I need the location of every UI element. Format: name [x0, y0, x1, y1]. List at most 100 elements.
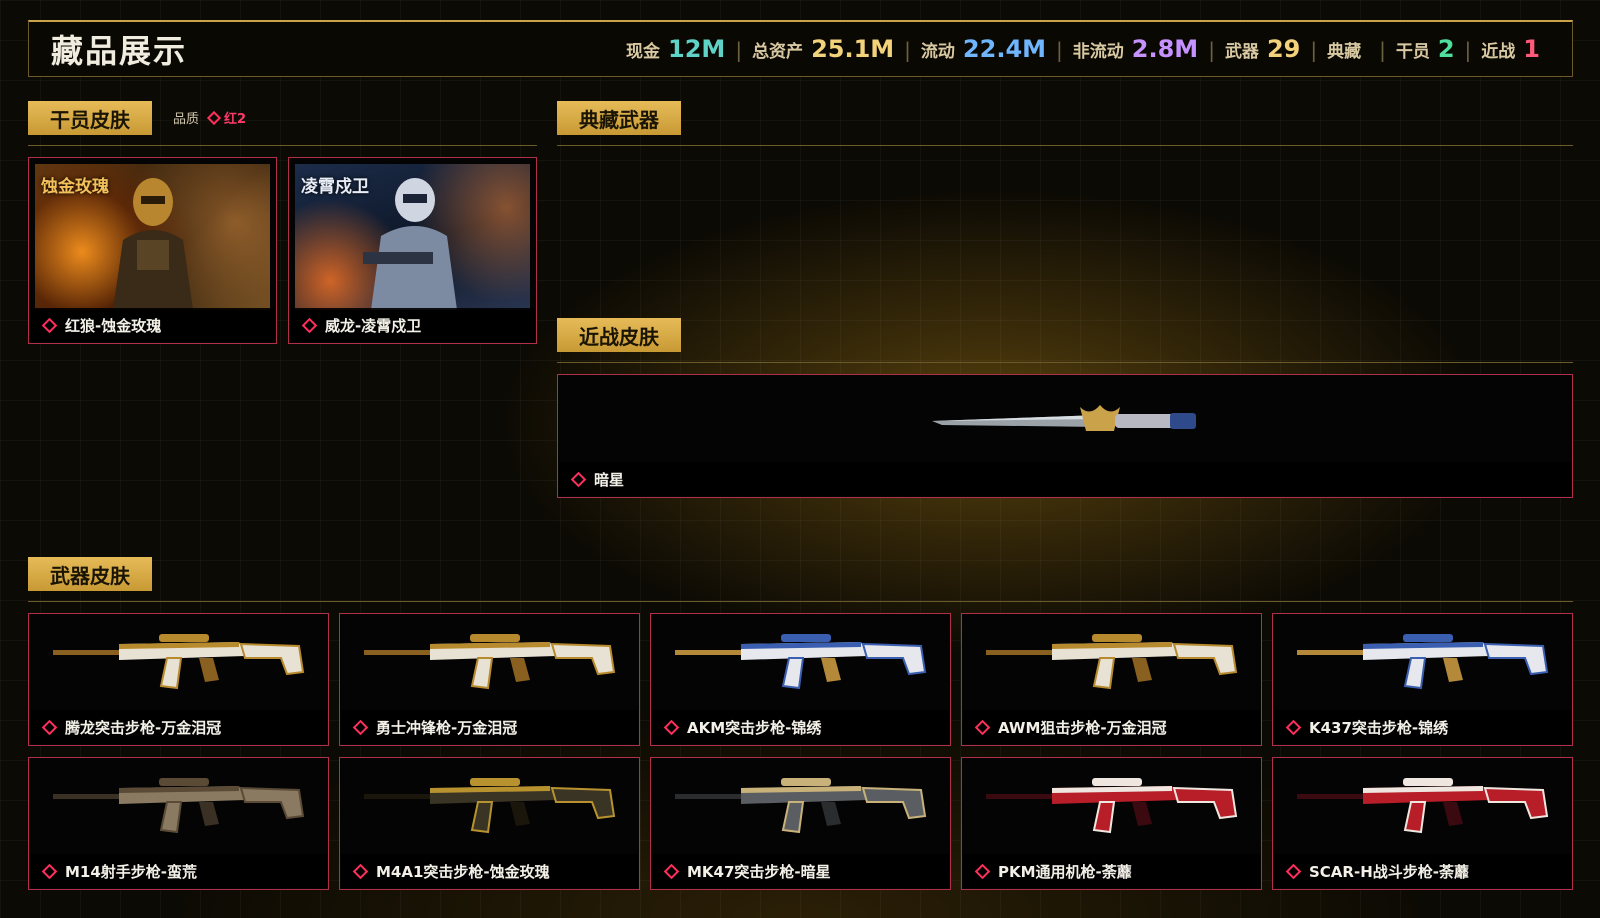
knife-icon: [932, 405, 1196, 431]
diamond-icon: [41, 863, 58, 879]
stat-label: 现金: [626, 42, 661, 62]
header-bar: 藏品展示 现金 12M | 总资产 25.1M | 流动 22.4M | 非流动…: [28, 20, 1573, 77]
diamond-icon: [206, 110, 222, 125]
stat-cash: 现金 12M: [626, 35, 725, 63]
divider: |: [904, 38, 911, 62]
weapon-card[interactable]: M14射手步枪-蛮荒: [28, 757, 329, 890]
weapon-icon: [363, 778, 615, 834]
melee-card[interactable]: 暗星: [557, 374, 1573, 498]
weapon-name: M4A1突击步枪-蚀金玫瑰: [376, 862, 550, 881]
stat-label: 流动: [920, 42, 955, 62]
diamond-icon: [301, 317, 318, 333]
weapon-name: AKM突击步枪-锦绣: [687, 718, 822, 737]
diamond-icon: [41, 317, 58, 333]
stat-weapons: 武器 29: [1225, 35, 1300, 63]
stat-value: 1: [1523, 35, 1540, 63]
operator-figure-icon: [362, 178, 457, 310]
operator-card[interactable]: 蚀金玫瑰 红狼-蚀金玫瑰: [28, 157, 277, 344]
operator-name: 威龙-凌霄戍卫: [325, 316, 422, 335]
weapon-icon: [985, 778, 1237, 834]
weapon-name: 勇士冲锋枪-万金泪冠: [376, 718, 518, 737]
stat-value: 22.4M: [962, 35, 1047, 63]
diamond-icon: [663, 863, 680, 879]
weapon-card[interactable]: M4A1突击步枪-蚀金玫瑰: [339, 757, 640, 890]
weapon-name: SCAR-H战斗步枪-荼蘼: [1309, 862, 1469, 881]
card-footer: 威龙-凌霄戍卫: [290, 308, 535, 342]
divider: |: [1208, 38, 1215, 62]
quality-value: 红2: [224, 112, 247, 127]
page-title: 藏品展示: [51, 32, 188, 70]
diamond-icon: [1285, 863, 1302, 879]
stat-collection: 典藏: [1327, 37, 1369, 62]
weapon-icon: [985, 634, 1237, 690]
stats-bar: 现金 12M | 总资产 25.1M | 流动 22.4M | 非流动 2.8M…: [626, 35, 1540, 63]
diamond-icon: [663, 719, 680, 735]
card-footer: 勇士冲锋枪-万金泪冠: [341, 710, 638, 744]
weapon-card[interactable]: SCAR-H战斗步枪-荼蘼: [1272, 757, 1573, 890]
section-melee-skins: 近战皮肤: [557, 318, 681, 352]
weapon-card[interactable]: PKM通用机枪-荼蘼: [961, 757, 1262, 890]
diamond-icon: [1285, 719, 1302, 735]
operator-banner: 凌霄戍卫: [301, 177, 369, 197]
diamond-icon: [974, 863, 991, 879]
weapon-card[interactable]: 勇士冲锋枪-万金泪冠: [339, 613, 640, 746]
weapon-icon: [1296, 634, 1548, 690]
card-footer: 腾龙突击步枪-万金泪冠: [30, 710, 327, 744]
card-footer: M4A1突击步枪-蚀金玫瑰: [341, 854, 638, 888]
diamond-icon: [974, 719, 991, 735]
weapon-icon: [674, 634, 926, 690]
stat-value: 2.8M: [1131, 35, 1199, 63]
weapon-name: M14射手步枪-蛮荒: [65, 862, 198, 881]
weapon-card[interactable]: AWM狙击步枪-万金泪冠: [961, 613, 1262, 746]
stat-illiquid: 非流动 2.8M: [1073, 35, 1198, 63]
weapon-name: 腾龙突击步枪-万金泪冠: [65, 718, 222, 737]
diamond-icon: [41, 719, 58, 735]
operator-image: 蚀金玫瑰: [35, 164, 270, 310]
stat-label: 典藏: [1327, 42, 1362, 62]
divider: [28, 601, 1573, 602]
operator-image: 凌霄戍卫: [295, 164, 530, 310]
weapon-name: PKM通用机枪-荼蘼: [998, 862, 1132, 881]
card-footer: AWM狙击步枪-万金泪冠: [963, 710, 1260, 744]
melee-name: 暗星: [594, 470, 625, 489]
weapon-card[interactable]: MK47突击步枪-暗星: [650, 757, 951, 890]
section-collection-weapons: 典藏武器: [557, 101, 681, 135]
diamond-icon: [352, 719, 369, 735]
stat-label: 近战: [1481, 42, 1516, 62]
weapon-icon: [363, 634, 615, 690]
card-footer: AKM突击步枪-锦绣: [652, 710, 949, 744]
weapon-icon: [1296, 778, 1548, 834]
divider: |: [1310, 38, 1318, 62]
stat-value: 12M: [668, 35, 726, 63]
card-footer: PKM通用机枪-荼蘼: [963, 854, 1260, 888]
diamond-icon: [352, 863, 369, 879]
weapon-card[interactable]: AKM突击步枪-锦绣: [650, 613, 951, 746]
card-footer: 红狼-蚀金玫瑰: [30, 308, 275, 342]
divider: |: [1379, 38, 1386, 62]
divider: [28, 145, 537, 146]
operator-card[interactable]: 凌霄戍卫 威龙-凌霄戍卫: [288, 157, 537, 344]
section-weapon-skins: 武器皮肤: [28, 557, 152, 591]
section-operator-skins: 干员皮肤: [28, 101, 152, 135]
operator-banner: 蚀金玫瑰: [41, 177, 109, 197]
weapon-icon: [52, 634, 304, 690]
quality-label: 品质: [173, 112, 200, 127]
operator-name: 红狼-蚀金玫瑰: [65, 316, 162, 335]
diamond-icon: [570, 471, 587, 487]
weapon-card[interactable]: K437突击步枪-锦绣: [1272, 613, 1573, 746]
stat-value: 29: [1266, 35, 1301, 63]
divider: |: [735, 38, 743, 62]
weapon-name: MK47突击步枪-暗星: [687, 862, 831, 881]
quality-filter[interactable]: 品质 红2: [173, 108, 246, 127]
stat-value: 25.1M: [811, 35, 895, 63]
stat-label: 干员: [1395, 42, 1430, 62]
stat-total-assets: 总资产 25.1M: [752, 35, 894, 63]
stat-operators: 干员 2: [1396, 35, 1455, 63]
divider: [557, 362, 1573, 363]
card-footer: M14射手步枪-蛮荒: [30, 854, 327, 888]
stat-value: 2: [1437, 35, 1455, 63]
divider: |: [1056, 38, 1063, 62]
weapon-icon: [674, 778, 926, 834]
card-footer: K437突击步枪-锦绣: [1274, 710, 1571, 744]
weapon-card[interactable]: 腾龙突击步枪-万金泪冠: [28, 613, 329, 746]
